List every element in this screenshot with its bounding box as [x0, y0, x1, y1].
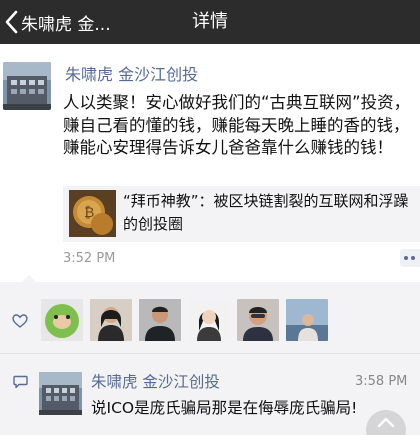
chevron-left-icon — [5, 10, 18, 34]
likes-row — [0, 282, 420, 350]
dot — [404, 256, 408, 260]
link-thumbnail: ₿ — [69, 190, 116, 237]
chevron-up-icon — [377, 417, 395, 428]
liker-avatar[interactable] — [90, 299, 132, 341]
comment-time: 3:58 PM — [355, 374, 408, 389]
comment-item: 朱啸虎 金沙江创投 3:58 PM 说ICO是庞氏骗局那是在侮辱庞氏骗局! — [0, 354, 420, 435]
liker-avatar[interactable] — [188, 299, 230, 341]
heart-outline-icon — [12, 314, 28, 328]
back-label[interactable]: 朱啸虎 金... — [21, 10, 111, 35]
comment-bubble-icon — [13, 375, 28, 389]
commenter-avatar[interactable] — [39, 372, 82, 415]
post-body-text: 人以类聚！安心做好我们的“古典互联网”投资，赚自己看的懂的钱，赚能每天晚上睡的香… — [63, 93, 411, 157]
comment-author-name[interactable]: 朱啸虎 金沙江创投 — [91, 370, 220, 392]
more-dots-icon[interactable] — [400, 249, 420, 267]
liker-avatar[interactable] — [139, 299, 181, 341]
svg-text:₿: ₿ — [84, 205, 94, 221]
back-button[interactable]: 朱啸虎 金... — [0, 0, 111, 44]
nav-bar: 朱啸虎 金... 详情 — [0, 0, 420, 44]
liker-avatar[interactable] — [41, 299, 83, 341]
moment-post: 朱啸虎 金沙江创投 人以类聚！安心做好我们的“古典互联网”投资，赚自己看的懂的钱… — [0, 44, 420, 289]
dot — [411, 256, 415, 260]
liker-avatar[interactable] — [237, 299, 279, 341]
post-author-name[interactable]: 朱啸虎 金沙江创投 — [65, 61, 198, 85]
post-time: 3:52 PM — [63, 251, 116, 266]
shared-link-card[interactable]: ₿ “拜币神教”：被区块链割裂的互联网和浮躁的创投圈 — [63, 186, 420, 242]
link-title[interactable]: “拜币神教”：被区块链割裂的互联网和浮躁的创投圈 — [123, 190, 415, 236]
comment-text[interactable]: 说ICO是庞氏骗局那是在侮辱庞氏骗局! — [91, 396, 357, 418]
author-avatar[interactable] — [3, 62, 51, 110]
liker-avatars — [41, 299, 328, 341]
interaction-panel: 朱啸虎 金沙江创投 3:58 PM 说ICO是庞氏骗局那是在侮辱庞氏骗局! — [0, 275, 420, 435]
liker-avatar[interactable] — [286, 299, 328, 341]
